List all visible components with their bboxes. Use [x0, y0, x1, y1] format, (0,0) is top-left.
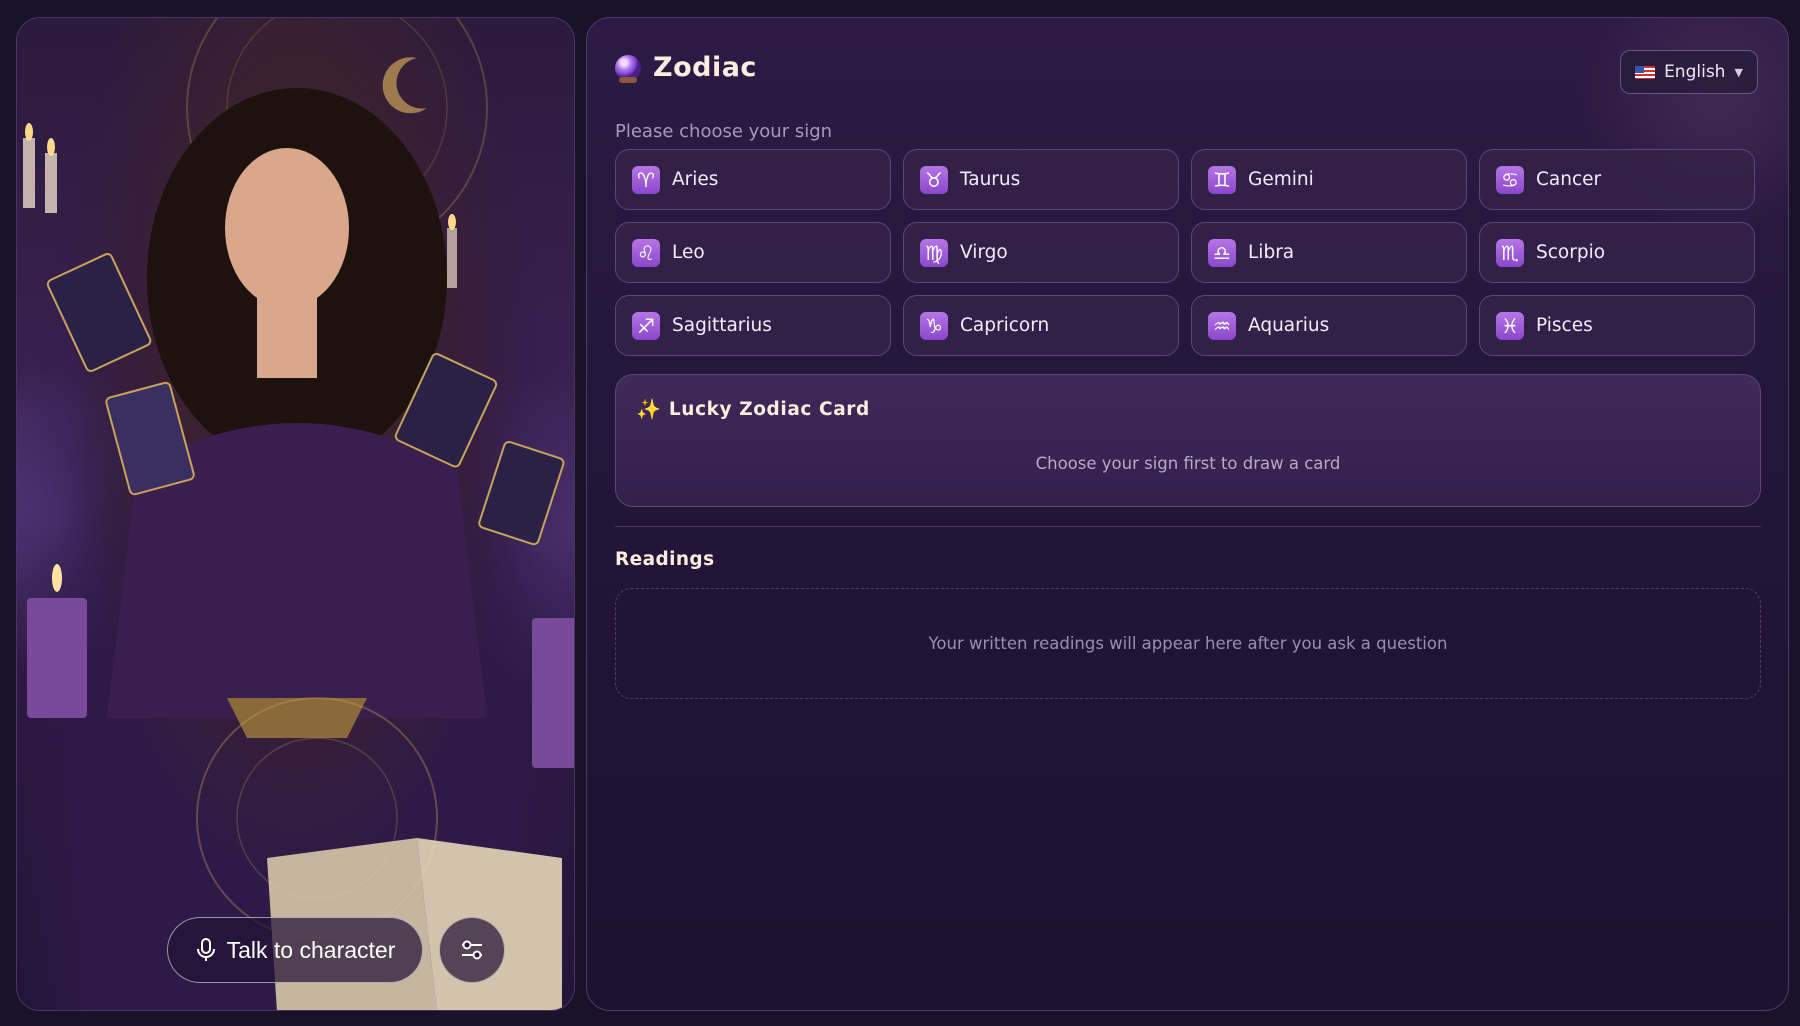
panel-header: Zodiac	[615, 52, 757, 83]
sign-button-sagittarius[interactable]: ♐ Sagittarius	[615, 295, 891, 356]
capricorn-icon: ♑	[920, 311, 948, 340]
sign-button-taurus[interactable]: ♉ Taurus	[903, 149, 1179, 210]
voice-settings-button[interactable]	[439, 917, 505, 983]
microphone-icon	[196, 938, 215, 961]
lucky-zodiac-card: ✨ Lucky Zodiac Card Choose your sign fir…	[615, 374, 1761, 507]
pisces-icon: ♓	[1496, 311, 1524, 340]
sign-label: Virgo	[960, 242, 1008, 263]
sparkles-icon: ✨	[636, 397, 661, 421]
libra-icon: ♎	[1208, 238, 1236, 267]
aquarius-icon: ♒	[1208, 311, 1236, 340]
sign-label: Cancer	[1536, 169, 1602, 190]
sign-label: Scorpio	[1536, 242, 1606, 263]
scorpio-icon: ♏	[1496, 238, 1524, 267]
fortune-teller-illustration	[23, 18, 574, 1010]
language-selected: English	[1664, 62, 1726, 82]
sign-label: Gemini	[1248, 169, 1314, 190]
character-portrait: Talk to character	[16, 17, 575, 1011]
talk-button-label: Talk to character	[226, 936, 396, 963]
readings-title: Readings	[615, 549, 715, 570]
caret-down-icon: ▼	[1734, 65, 1743, 79]
sign-button-cancer[interactable]: ♋ Cancer	[1479, 149, 1755, 210]
page-subtitle: Please choose your sign	[615, 121, 833, 142]
talk-to-character-button[interactable]: Talk to character	[167, 917, 423, 983]
lucky-card-header: ✨ Lucky Zodiac Card	[636, 397, 870, 421]
sliders-icon	[462, 940, 482, 960]
taurus-icon: ♉	[920, 165, 948, 194]
app-root: Talk to character Zodiac Please choose y…	[0, 0, 1800, 1026]
readings-list: Your written readings will appear here a…	[615, 588, 1761, 699]
cancer-icon: ♋	[1496, 165, 1524, 194]
crystal-ball-icon	[615, 54, 641, 83]
sagittarius-icon: ♐	[632, 311, 660, 340]
sign-button-pisces[interactable]: ♓ Pisces	[1479, 295, 1755, 356]
zodiac-panel: Zodiac Please choose your sign English ▼…	[586, 17, 1789, 1011]
sign-button-virgo[interactable]: ♍ Virgo	[903, 222, 1179, 283]
sign-label: Taurus	[960, 169, 1021, 190]
lucky-card-hint: Choose your sign first to draw a card	[1035, 454, 1341, 473]
sign-label: Leo	[672, 242, 705, 263]
language-selector[interactable]: English ▼	[1620, 50, 1758, 94]
sign-label: Libra	[1248, 242, 1295, 263]
sign-button-gemini[interactable]: ♊ Gemini	[1191, 149, 1467, 210]
sign-label: Sagittarius	[672, 315, 772, 336]
zodiac-sign-grid: ♈ Aries ♉ Taurus ♊ Gemini ♋ Cancer ♌ Leo…	[615, 149, 1755, 356]
sign-button-scorpio[interactable]: ♏ Scorpio	[1479, 222, 1755, 283]
sign-button-leo[interactable]: ♌ Leo	[615, 222, 891, 283]
lucky-card-title: Lucky Zodiac Card	[668, 398, 870, 420]
us-flag-icon	[1635, 65, 1656, 79]
leo-icon: ♌	[632, 238, 660, 267]
sign-label: Aquarius	[1248, 315, 1330, 336]
gemini-icon: ♊	[1208, 165, 1236, 194]
virgo-icon: ♍	[920, 238, 948, 267]
sign-button-libra[interactable]: ♎ Libra	[1191, 222, 1467, 283]
page-title: Zodiac	[653, 52, 757, 83]
sign-label: Aries	[672, 169, 719, 190]
sign-label: Capricorn	[960, 315, 1050, 336]
section-divider	[615, 526, 1761, 527]
sign-label: Pisces	[1536, 315, 1593, 336]
readings-empty-state: Your written readings will appear here a…	[928, 634, 1448, 653]
aries-icon: ♈	[632, 165, 660, 194]
sign-button-capricorn[interactable]: ♑ Capricorn	[903, 295, 1179, 356]
sign-button-aquarius[interactable]: ♒ Aquarius	[1191, 295, 1467, 356]
sign-button-aries[interactable]: ♈ Aries	[615, 149, 891, 210]
